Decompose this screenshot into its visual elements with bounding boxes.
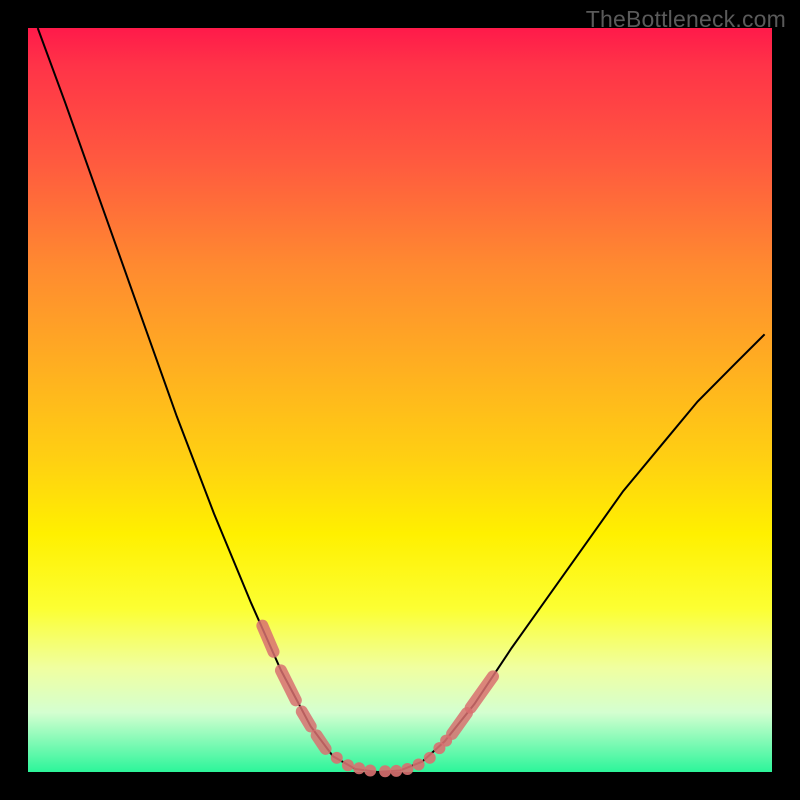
marker-segment	[471, 676, 493, 707]
marker-dot	[401, 763, 413, 775]
bottleneck-curve	[38, 28, 765, 772]
marker-segment	[317, 735, 326, 748]
watermark-text: TheBottleneck.com	[586, 6, 786, 33]
marker-segment	[302, 712, 311, 727]
marker-segments	[262, 626, 493, 749]
marker-dots	[331, 735, 452, 778]
chart-svg	[28, 28, 772, 775]
marker-dot	[353, 762, 365, 774]
marker-segment	[452, 713, 467, 734]
marker-dot	[331, 752, 343, 764]
marker-dot	[424, 752, 436, 764]
marker-dot	[390, 765, 402, 777]
chart-plot-area	[28, 28, 772, 772]
marker-dot	[364, 765, 376, 777]
marker-dot	[342, 759, 354, 771]
marker-segment	[262, 626, 273, 652]
marker-dot	[440, 735, 452, 747]
marker-segment	[281, 670, 296, 700]
marker-dot	[413, 759, 425, 771]
marker-dot	[379, 765, 391, 777]
